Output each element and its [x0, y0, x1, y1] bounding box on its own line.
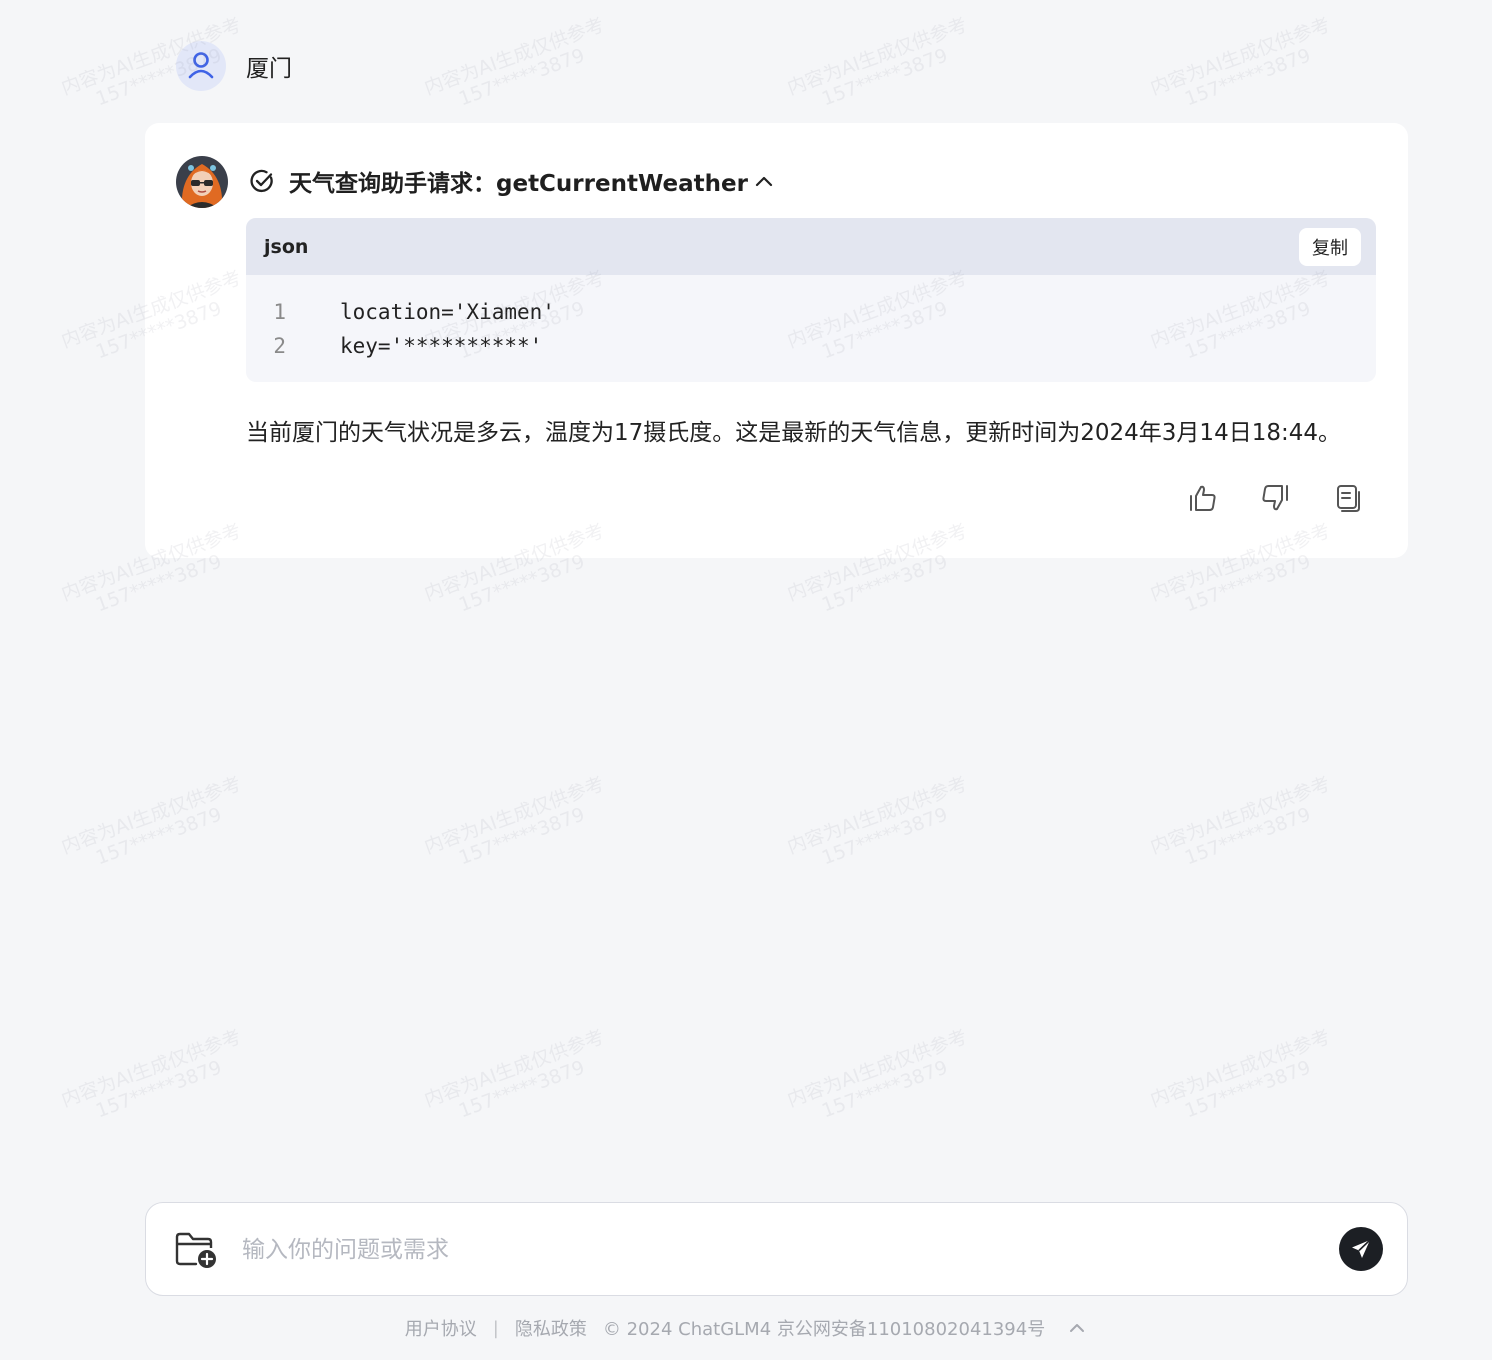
thumbs-up-icon: [1190, 485, 1216, 511]
code-block-header: json 复制: [246, 218, 1376, 275]
user-avatar: [176, 41, 226, 91]
line-code: location='Xiamen': [340, 300, 555, 324]
watermark: 内容为AI生成仅供参考157*****3879: [1128, 7, 1359, 127]
assistant-message-card: 天气查询助手请求：getCurrentWeather json 复制 1 loc…: [145, 123, 1408, 558]
chat-input-bar: [145, 1202, 1408, 1296]
line-number: 1: [273, 300, 286, 324]
thumbs-down-icon: [1262, 485, 1288, 511]
watermark-line: 157*****3879: [818, 44, 951, 111]
watermark-line: 内容为AI生成仅供参考: [1147, 1025, 1334, 1112]
tool-call-title: 天气查询助手请求：getCurrentWeather: [289, 171, 748, 197]
watermark-line: 内容为AI生成仅供参考: [1147, 13, 1334, 100]
watermark: 内容为AI生成仅供参考157*****3879: [402, 1019, 633, 1139]
watermark-line: 内容为AI生成仅供参考: [1147, 772, 1334, 859]
assistant-answer-text: 当前厦门的天气状况是多云，温度为17摄氏度。这是最新的天气信息，更新时间为202…: [246, 420, 1341, 446]
watermark-line: 内容为AI生成仅供参考: [784, 1025, 971, 1112]
watermark: 内容为AI生成仅供参考157*****3879: [402, 7, 633, 127]
watermark: 内容为AI生成仅供参考157*****3879: [765, 7, 996, 127]
copy-answer-button[interactable]: [1330, 481, 1364, 515]
watermark: 内容为AI生成仅供参考157*****3879: [402, 766, 633, 886]
footer-separator: |: [492, 1317, 499, 1339]
watermark-line: 157*****3879: [92, 803, 225, 870]
user-icon: [188, 52, 214, 79]
watermark: 内容为AI生成仅供参考157*****3879: [1128, 766, 1359, 886]
privacy-policy-link[interactable]: 隐私政策: [515, 1315, 587, 1341]
copy-icon: [1337, 485, 1360, 512]
scroll-up-button[interactable]: [1067, 1318, 1087, 1338]
watermark-line: 内容为AI生成仅供参考: [421, 1025, 608, 1112]
code-line: 1 location='Xiamen': [246, 295, 1376, 329]
copyright-text: © 2024 ChatGLM4 京公网安备11010802041394号: [602, 1319, 1046, 1340]
watermark-line: 157*****3879: [1181, 1056, 1314, 1123]
folder-plus-icon: [175, 1232, 216, 1268]
chat-input-field[interactable]: [240, 1223, 1324, 1277]
watermark: 内容为AI生成仅供参考157*****3879: [39, 1019, 270, 1139]
check-circle-icon: [250, 169, 273, 193]
watermark: 内容为AI生成仅供参考157*****3879: [765, 766, 996, 886]
code-line: 2 key='**********': [246, 329, 1376, 363]
tool-call-header[interactable]: 天气查询助手请求：getCurrentWeather: [249, 165, 774, 197]
user-message-row: 厦门: [176, 40, 292, 92]
user-agreement-link[interactable]: 用户协议: [405, 1315, 477, 1341]
watermark-line: 157*****3879: [1181, 803, 1314, 870]
code-block: json 复制 1 location='Xiamen' 2 key='*****…: [246, 218, 1376, 382]
send-button[interactable]: [1339, 1227, 1383, 1271]
watermark-line: 157*****3879: [92, 1056, 225, 1123]
send-icon: [1352, 1239, 1371, 1258]
message-actions: [1186, 481, 1364, 515]
footer: 用户协议 | 隐私政策 © 2024 ChatGLM4 京公网安备1101080…: [0, 1314, 1492, 1342]
watermark-line: 内容为AI生成仅供参考: [58, 1025, 245, 1112]
watermark: 内容为AI生成仅供参考157*****3879: [765, 1019, 996, 1139]
line-number: 2: [273, 334, 286, 358]
copy-code-button[interactable]: 复制: [1299, 227, 1361, 266]
line-code: key='**********': [340, 334, 543, 358]
chevron-up-icon[interactable]: [754, 171, 774, 191]
watermark-line: 内容为AI生成仅供参考: [421, 13, 608, 100]
watermark: 内容为AI生成仅供参考157*****3879: [39, 766, 270, 886]
watermark-line: 157*****3879: [1181, 44, 1314, 111]
like-button[interactable]: [1186, 481, 1220, 515]
assistant-avatar: [176, 156, 228, 208]
watermark-line: 157*****3879: [818, 803, 951, 870]
watermark-line: 157*****3879: [455, 1056, 588, 1123]
watermark: 内容为AI生成仅供参考157*****3879: [1128, 1019, 1359, 1139]
watermark-line: 内容为AI生成仅供参考: [784, 772, 971, 859]
chevron-up-icon: [1070, 1324, 1085, 1332]
upload-file-button[interactable]: [174, 1231, 218, 1269]
watermark-line: 内容为AI生成仅供参考: [58, 772, 245, 859]
watermark-line: 内容为AI生成仅供参考: [784, 13, 971, 100]
code-language-label: json: [264, 235, 309, 258]
watermark-line: 157*****3879: [818, 1056, 951, 1123]
watermark-line: 内容为AI生成仅供参考: [421, 772, 608, 859]
watermark-line: 157*****3879: [455, 803, 588, 870]
code-body: 1 location='Xiamen' 2 key='**********': [246, 275, 1376, 363]
watermark-line: 157*****3879: [455, 44, 588, 111]
user-message-text: 厦门: [246, 56, 292, 82]
dislike-button[interactable]: [1258, 481, 1292, 515]
